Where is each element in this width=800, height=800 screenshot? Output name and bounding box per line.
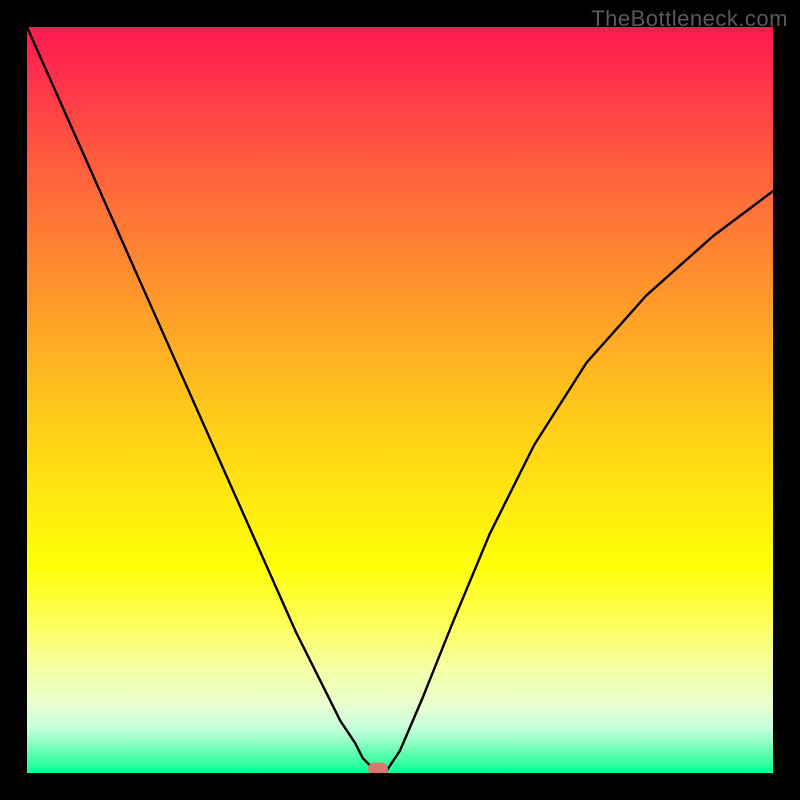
chart-plot-area bbox=[27, 27, 773, 773]
watermark-text: TheBottleneck.com bbox=[591, 6, 788, 32]
bottleneck-curve bbox=[27, 27, 773, 773]
minimum-marker bbox=[368, 763, 388, 774]
